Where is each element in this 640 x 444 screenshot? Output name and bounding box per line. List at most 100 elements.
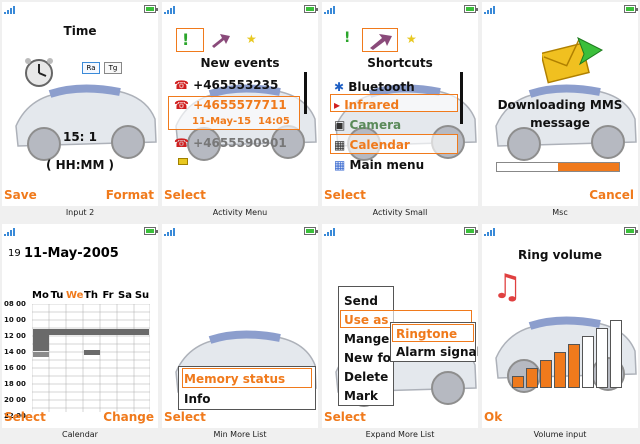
select-softkey[interactable]: Select: [4, 410, 46, 424]
day-fr[interactable]: Fr: [100, 290, 116, 301]
list-item-camera[interactable]: ▣ Camera: [334, 118, 478, 132]
menu-item-memory-status[interactable]: Memory status: [184, 372, 318, 386]
event-datetime: 11-May-15 14:05: [192, 116, 290, 127]
screen-title: Ring volume: [517, 248, 603, 262]
alarm-clock-icon: [25, 58, 53, 87]
battery-icon: [144, 227, 158, 235]
star-icon[interactable]: ★: [246, 32, 257, 46]
screen-caption: Min More List: [213, 430, 267, 439]
screen-activity-menu: ! ★ New events ☎ +465553235 ☎ +465557771…: [160, 0, 320, 222]
screen-expand-more-list: Send Use as Mange fi New fol Delete Mark…: [320, 222, 480, 444]
list-item-selected[interactable]: ☎ +4655577711: [174, 98, 318, 112]
day-su[interactable]: Su: [134, 290, 150, 301]
select-softkey[interactable]: Select: [324, 188, 366, 202]
download-message-line2: message: [530, 116, 590, 130]
star-icon[interactable]: ★: [406, 32, 417, 46]
select-softkey[interactable]: Select: [164, 410, 206, 424]
select-softkey[interactable]: Select: [324, 410, 366, 424]
ra-button[interactable]: Ra: [82, 62, 100, 74]
phone-screen: Ring volume ♫ Ok: [482, 224, 638, 428]
phone-screen: ! ★ New events ☎ +465553235 ☎ +465557771…: [162, 2, 318, 206]
phone-screen: 19 11-May-2005 Mo Tu We Th Fr Sa Su 08 0…: [2, 224, 158, 428]
cancel-softkey[interactable]: Cancel: [589, 188, 634, 202]
screen-title: Time: [63, 24, 97, 38]
calendar-date: 11-May-2005: [24, 246, 119, 261]
list-item-bluetooth[interactable]: ✱ Bluetooth: [334, 80, 478, 94]
progress-fill: [558, 163, 619, 171]
exclamation-icon[interactable]: !: [344, 30, 350, 46]
volume-bar: [610, 320, 622, 388]
menu-item-mark[interactable]: Mark: [344, 389, 478, 403]
menu-item-send[interactable]: Send: [344, 294, 478, 308]
signal-icon: [484, 228, 500, 236]
signal-icon: [4, 6, 20, 14]
screen-input2: Time Ra Tg 15: 1 ( HH:MM ) Save Format I…: [0, 0, 160, 222]
signal-icon: [4, 228, 20, 236]
music-notes-icon: ♫: [492, 267, 523, 307]
hour-label: 14 00: [4, 348, 26, 356]
volume-bar: [568, 344, 580, 388]
day-we[interactable]: We: [66, 290, 83, 301]
screen-caption: Expand More List: [365, 430, 435, 439]
tg-button[interactable]: Tg: [104, 62, 122, 74]
list-item-calendar[interactable]: ▦ Calendar: [334, 138, 478, 152]
screen-caption: Msc: [552, 208, 568, 217]
time-value-input[interactable]: 15: 1: [2, 130, 158, 144]
ok-softkey[interactable]: Ok: [484, 410, 502, 424]
screen-caption: Calendar: [62, 430, 98, 439]
screens-grid: Time Ra Tg 15: 1 ( HH:MM ) Save Format I…: [0, 0, 640, 444]
phone-screen: Send Use as Mange fi New fol Delete Mark…: [322, 224, 478, 428]
volume-bar: [540, 360, 552, 388]
arrow-icon[interactable]: [368, 32, 394, 50]
volume-bar: [582, 336, 594, 388]
day-tu[interactable]: Tu: [49, 290, 65, 301]
hour-label: 10 00: [4, 316, 26, 324]
submenu-item-alarm-signal[interactable]: Alarm signal: [396, 345, 478, 359]
screen-caption: Input 2: [65, 208, 95, 217]
tab-selection-frame: [176, 28, 204, 52]
hour-label: 18 00: [4, 380, 26, 388]
day-sa[interactable]: Sa: [117, 290, 133, 301]
battery-icon: [144, 5, 158, 13]
day-th[interactable]: Th: [83, 290, 99, 301]
list-item[interactable]: ☎ +4655590901: [174, 136, 318, 150]
screen-min-more-list: Memory status Info Select Min More List: [160, 222, 320, 444]
screen-title: Shortcuts: [367, 56, 433, 70]
format-softkey[interactable]: Format: [106, 188, 154, 202]
time-format-label: ( HH:MM ): [45, 158, 115, 172]
list-item[interactable]: ☎ +465553235: [174, 78, 318, 92]
progress-bar: [496, 162, 620, 172]
signal-icon: [324, 228, 340, 236]
download-message-line1: Downloading MMS: [497, 98, 623, 112]
menu-item-delete[interactable]: Delete: [344, 370, 478, 384]
change-softkey[interactable]: Change: [103, 410, 154, 424]
battery-icon: [624, 227, 638, 235]
save-softkey[interactable]: Save: [4, 188, 37, 202]
hour-label: 16 00: [4, 364, 26, 372]
screen-caption: Activity Menu: [212, 208, 268, 217]
exclamation-icon[interactable]: !: [182, 30, 189, 49]
arrow-icon[interactable]: [210, 32, 232, 48]
submenu-item-ringtone[interactable]: Ringtone: [396, 327, 478, 341]
screen-volume-input: Ring volume ♫ Ok Volume input: [480, 222, 640, 444]
list-item-infrared[interactable]: ▸ Infrared: [334, 98, 478, 112]
signal-icon: [324, 6, 340, 14]
screen-caption: Volume input: [533, 430, 587, 439]
battery-icon: [304, 227, 318, 235]
screen-calendar: 19 11-May-2005 Mo Tu We Th Fr Sa Su 08 0…: [0, 222, 160, 444]
battery-icon: [624, 5, 638, 13]
day-mo[interactable]: Mo: [32, 290, 49, 301]
screen-msc: Downloading MMS message Cancel Msc: [480, 0, 640, 222]
select-softkey[interactable]: Select: [164, 188, 206, 202]
envelope-icon: [178, 158, 188, 165]
week-grid[interactable]: [32, 304, 150, 412]
volume-bar: [596, 328, 608, 388]
screen-activity-small: ! ★ Shortcuts ✱ Bluetooth ▸ Infrared ▣ C…: [320, 0, 480, 222]
menu-item-info[interactable]: Info: [184, 392, 318, 406]
mms-envelope-icon: [542, 36, 604, 84]
screen-title: New events: [200, 56, 280, 70]
signal-icon: [164, 228, 180, 236]
hour-label: 08 00: [4, 300, 26, 308]
list-item-main-menu[interactable]: ▦ Main menu: [334, 158, 478, 172]
signal-icon: [164, 6, 180, 14]
